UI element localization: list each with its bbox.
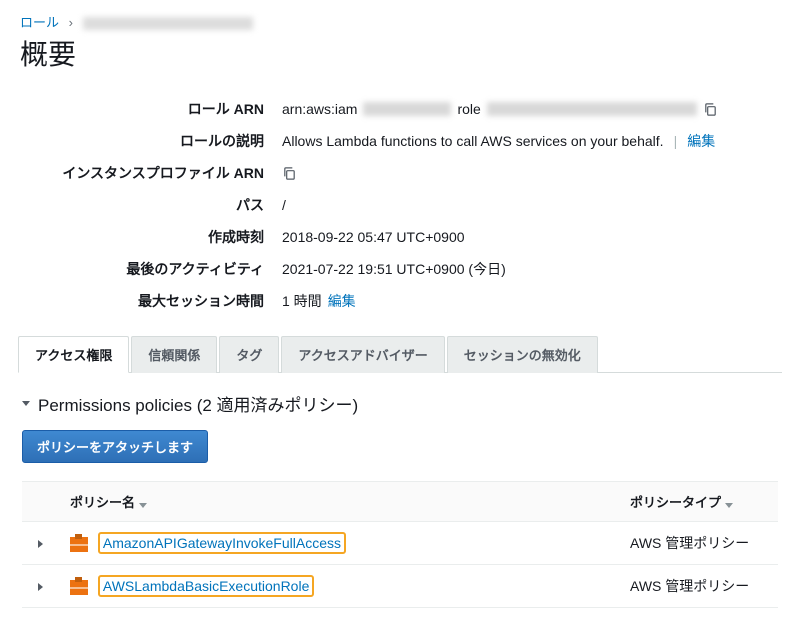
created-value: 2018-09-22 05:47 UTC+0900	[282, 227, 780, 247]
permissions-policies-title: Permissions policies (2 適用済みポリシー)	[38, 391, 358, 416]
instance-profile-value	[282, 163, 780, 183]
edit-max-session-link[interactable]: 編集	[328, 291, 356, 311]
policy-name-link[interactable]: AWSLambdaBasicExecutionRole	[103, 578, 309, 594]
max-session-text: 1 時間	[282, 291, 322, 311]
path-value: /	[282, 195, 780, 215]
role-desc-value: Allows Lambda functions to call AWS serv…	[282, 131, 780, 151]
role-arn-prefix: arn:aws:iam	[282, 101, 357, 117]
page-title: 概要	[0, 33, 800, 87]
policy-box-icon	[70, 537, 88, 552]
role-arn-label: ロール ARN	[20, 99, 282, 119]
copy-icon[interactable]	[703, 102, 718, 117]
table-row: AmazonAPIGatewayInvokeFullAccess AWS 管理ポ…	[22, 522, 778, 565]
sort-icon	[139, 496, 147, 511]
col-policy-name[interactable]: ポリシー名	[58, 482, 618, 522]
tab-revoke-sessions[interactable]: セッションの無効化	[447, 336, 598, 373]
col-expand	[22, 482, 58, 522]
table-row: AWSLambdaBasicExecutionRole AWS 管理ポリシー	[22, 565, 778, 608]
role-desc-label: ロールの説明	[20, 131, 282, 151]
policy-name-link[interactable]: AmazonAPIGatewayInvokeFullAccess	[103, 535, 341, 551]
last-activity-label: 最後のアクティビティ	[20, 259, 282, 279]
breadcrumb-roles-link[interactable]: ロール	[20, 15, 59, 30]
tab-tags[interactable]: タグ	[219, 336, 279, 373]
col-policy-type[interactable]: ポリシータイプ	[618, 482, 778, 522]
highlight-annotation: AmazonAPIGatewayInvokeFullAccess	[98, 532, 346, 554]
copy-icon[interactable]	[282, 166, 297, 181]
policy-type-cell: AWS 管理ポリシー	[618, 565, 778, 608]
role-arn-redacted-2	[487, 102, 697, 116]
edit-description-link[interactable]: 編集	[687, 131, 715, 151]
caret-down-icon	[22, 401, 30, 406]
col-policy-name-label: ポリシー名	[70, 495, 135, 510]
tab-content-permissions: Permissions policies (2 適用済みポリシー) ポリシーをア…	[0, 373, 800, 626]
policy-box-icon	[70, 580, 88, 595]
breadcrumb: ロール ›	[0, 0, 800, 33]
divider: |	[674, 133, 678, 149]
attach-policy-button[interactable]: ポリシーをアタッチします	[22, 430, 208, 463]
permissions-policies-header[interactable]: Permissions policies (2 適用済みポリシー)	[22, 391, 778, 416]
tab-access-advisor[interactable]: アクセスアドバイザー	[281, 336, 444, 373]
summary-panel: ロール ARN arn:aws:iam role ロールの説明 Allows La…	[0, 87, 800, 335]
role-desc-text: Allows Lambda functions to call AWS serv…	[282, 133, 664, 149]
created-label: 作成時刻	[20, 227, 282, 247]
breadcrumb-separator: ›	[69, 15, 73, 30]
max-session-label: 最大セッション時間	[20, 291, 282, 311]
expand-row-icon[interactable]	[38, 583, 43, 591]
role-arn-value: arn:aws:iam role	[282, 99, 780, 119]
tab-trust[interactable]: 信頼関係	[131, 336, 217, 373]
path-label: パス	[20, 195, 282, 215]
breadcrumb-current-redacted	[83, 17, 253, 30]
policy-table: ポリシー名 ポリシータイプ AmazonAPIGatewayInvokeFull…	[22, 481, 778, 608]
role-arn-redacted-1	[363, 102, 451, 116]
instance-profile-label: インスタンスプロファイル ARN	[20, 163, 282, 183]
tabs: アクセス権限 信頼関係 タグ アクセスアドバイザー セッションの無効化	[18, 335, 782, 373]
col-policy-type-label: ポリシータイプ	[630, 495, 721, 510]
expand-row-icon[interactable]	[38, 540, 43, 548]
policy-type-cell: AWS 管理ポリシー	[618, 522, 778, 565]
sort-icon	[725, 496, 733, 511]
last-activity-value: 2021-07-22 19:51 UTC+0900 (今日)	[282, 259, 780, 279]
highlight-annotation: AWSLambdaBasicExecutionRole	[98, 575, 314, 597]
tab-permissions[interactable]: アクセス権限	[18, 336, 129, 373]
max-session-value: 1 時間 編集	[282, 291, 780, 311]
role-arn-middle: role	[457, 101, 480, 117]
